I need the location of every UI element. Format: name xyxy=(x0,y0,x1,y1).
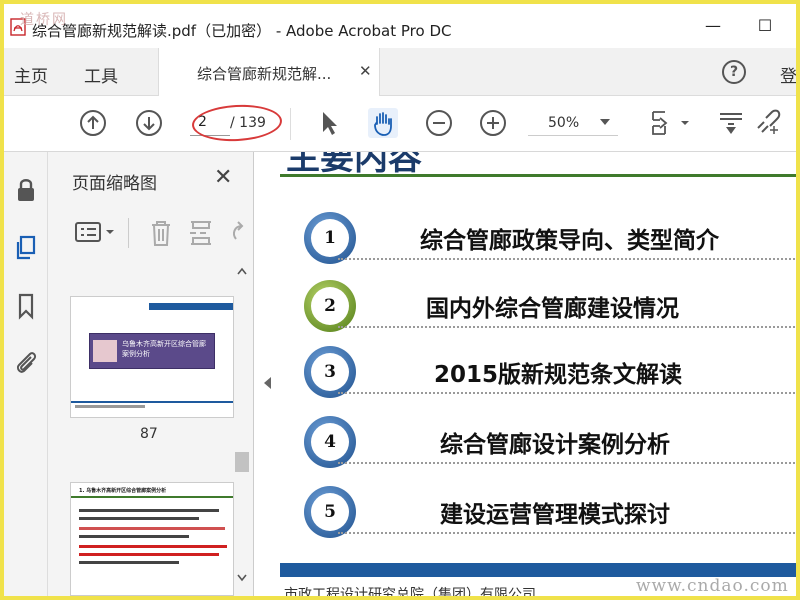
thumbnails-pane-title: 页面缩略图 xyxy=(72,174,157,194)
document-view[interactable]: 主要内容 1 综合管廊政策导向、类型简介 2 国内外综合管廊建设情况 3 201… xyxy=(280,152,796,596)
login-button[interactable]: 登 xyxy=(780,62,796,87)
scrollbar-thumb[interactable] xyxy=(235,452,249,472)
share-link-icon[interactable] xyxy=(752,108,782,138)
select-cursor-icon[interactable] xyxy=(314,108,344,138)
scroll-up-icon[interactable] xyxy=(236,266,248,276)
item-number: 5 xyxy=(311,493,349,531)
thumbnail-green-line xyxy=(71,496,233,498)
dotted-separator xyxy=(338,462,796,464)
scroll-down-icon[interactable] xyxy=(236,572,248,582)
toolbar-divider xyxy=(290,108,291,140)
dotted-separator xyxy=(338,258,796,260)
watermark-url: www.cndao.com xyxy=(636,576,789,596)
zoom-level-value: 50% xyxy=(548,115,580,131)
comment-tool-icon[interactable] xyxy=(716,108,746,138)
thumbnail-page-number: 87 xyxy=(140,426,158,442)
chevron-left-icon xyxy=(264,377,271,389)
thumbnail-text-line xyxy=(79,517,199,520)
dotted-separator xyxy=(338,326,796,328)
item-number: 1 xyxy=(311,219,349,257)
maximize-button[interactable]: ☐ xyxy=(750,16,780,38)
organization-name: 市政工程设计研究总院（集团）有限公司 xyxy=(284,587,536,596)
item-number: 4 xyxy=(311,423,349,461)
window-title: 综合管廊新规范解读.pdf（已加密） - Adobe Acrobat Pro D… xyxy=(32,22,452,40)
page-thumbnails-pane: 页面缩略图 ✕ 乌鲁木齐高新开区综合管廊案例分析 87 1. 乌鲁木齐高新开区综… xyxy=(48,152,254,596)
item-number: 3 xyxy=(311,353,349,391)
number-bubble: 4 xyxy=(304,416,356,468)
document-tab[interactable]: 综合管廊新规范解... ✕ xyxy=(158,48,380,96)
attachment-icon[interactable] xyxy=(12,348,40,376)
agenda-item-5: 5 建设运营管理模式探讨 xyxy=(298,482,796,542)
dotted-separator xyxy=(338,532,796,534)
thumbnail-text-line xyxy=(79,535,189,538)
extract-page-icon[interactable] xyxy=(188,218,214,248)
thumbnail-text-line xyxy=(79,509,219,512)
next-page-icon[interactable] xyxy=(134,108,164,138)
thumbnail-title-text: 乌鲁木齐高新开区综合管廊案例分析 xyxy=(122,340,206,358)
chevron-down-icon xyxy=(600,119,610,125)
agenda-item-1: 1 综合管廊政策导向、类型简介 xyxy=(298,208,796,268)
close-pane-icon[interactable]: ✕ xyxy=(214,165,232,190)
agenda-item-text: 综合管廊设计案例分析 xyxy=(440,432,670,458)
thumbnail-text-line xyxy=(79,527,225,530)
title-bar: 道桥网 综合管廊新规范解读.pdf（已加密） - Adobe Acrobat P… xyxy=(4,4,796,48)
page-display-icon[interactable] xyxy=(648,108,694,138)
thumbnail-footer-text xyxy=(75,405,145,408)
item-number: 2 xyxy=(311,287,349,325)
agenda-item-3: 3 2015版新规范条文解读 xyxy=(298,342,796,402)
number-bubble: 1 xyxy=(304,212,356,264)
rotate-page-icon[interactable] xyxy=(228,218,248,248)
acrobat-window: 道桥网 综合管廊新规范解读.pdf（已加密） - Adobe Acrobat P… xyxy=(4,4,796,596)
agenda-item-2: 2 国内外综合管廊建设情况 xyxy=(298,276,796,336)
thumbnail-footer-line xyxy=(71,401,233,403)
thumbnail-title-box: 乌鲁木齐高新开区综合管廊案例分析 xyxy=(89,333,215,369)
thumbnail-text-line xyxy=(79,561,179,564)
document-tab-label: 综合管廊新规范解... xyxy=(197,65,332,83)
thumbnail-toolbar xyxy=(48,208,254,258)
lock-icon[interactable] xyxy=(12,176,40,204)
left-navigation-rail xyxy=(4,152,48,596)
help-icon[interactable]: ? xyxy=(722,60,746,84)
agenda-item-text: 国内外综合管廊建设情况 xyxy=(426,296,679,322)
toolbar-divider xyxy=(128,218,129,248)
delete-page-icon[interactable] xyxy=(148,218,174,248)
thumbnail-heading: 1. 乌鲁木齐高新开区综合管廊案例分析 xyxy=(79,488,167,494)
slide-footer-bar xyxy=(280,563,796,577)
thumbnail-scrollbar[interactable] xyxy=(234,262,250,596)
thumbnail-page-87[interactable]: 乌鲁木齐高新开区综合管廊案例分析 xyxy=(70,296,234,418)
hand-tool-icon[interactable] xyxy=(368,108,398,138)
heading-underline xyxy=(280,174,796,177)
thumbnail-image xyxy=(93,340,117,362)
toolbar: 2 / 139 50% xyxy=(4,96,796,152)
number-bubble: 3 xyxy=(304,346,356,398)
previous-page-icon[interactable] xyxy=(78,108,108,138)
thumbnail-text-line xyxy=(79,553,219,556)
close-tab-icon[interactable]: ✕ xyxy=(359,62,372,80)
number-bubble: 2 xyxy=(304,280,356,332)
number-bubble: 5 xyxy=(304,486,356,538)
home-tab[interactable]: 主页 xyxy=(14,62,48,87)
minimize-button[interactable]: — xyxy=(698,16,728,38)
page-thumbnails-icon[interactable] xyxy=(12,234,40,262)
zoom-in-icon[interactable] xyxy=(478,108,508,138)
dotted-separator xyxy=(338,392,796,394)
agenda-item-text: 2015版新规范条文解读 xyxy=(434,362,683,388)
agenda-item-text: 建设运营管理模式探讨 xyxy=(440,502,670,528)
thumbnail-page-88[interactable]: 1. 乌鲁木齐高新开区综合管廊案例分析 xyxy=(70,482,234,596)
thumbnail-text-line xyxy=(79,545,227,548)
menu-bar: 主页 工具 综合管廊新规范解... ✕ ? 登 xyxy=(4,48,796,96)
red-annotation-circle xyxy=(191,102,283,144)
collapse-pane-handle[interactable] xyxy=(254,152,280,596)
tools-tab[interactable]: 工具 xyxy=(84,62,118,87)
thumbnail-banner xyxy=(149,303,233,310)
agenda-item-4: 4 综合管廊设计案例分析 xyxy=(298,412,796,472)
bookmark-icon[interactable] xyxy=(12,292,40,320)
zoom-level-select[interactable]: 50% xyxy=(528,110,618,136)
thumbnail-options-icon[interactable] xyxy=(74,220,118,246)
agenda-item-text: 综合管廊政策导向、类型简介 xyxy=(420,228,719,254)
zoom-out-icon[interactable] xyxy=(424,108,454,138)
